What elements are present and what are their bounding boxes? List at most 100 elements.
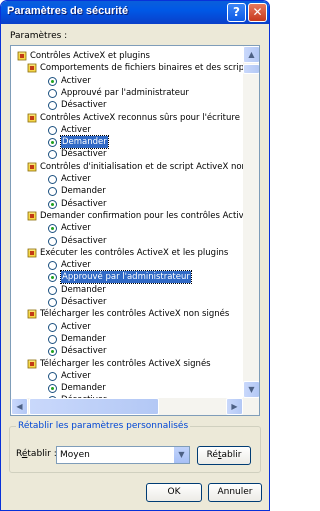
- scroll-up-icon[interactable]: ▲: [243, 46, 259, 63]
- lock-icon: [27, 162, 37, 172]
- radio-option[interactable]: Désactiver: [11, 235, 243, 247]
- lock-icon: [27, 211, 37, 221]
- tree-item-label: Activer: [61, 75, 91, 86]
- tree-item-label: Contrôles ActiveX et plugins: [30, 51, 150, 61]
- radio-option[interactable]: Activer: [11, 124, 243, 136]
- radio-option[interactable]: Activer: [11, 173, 243, 185]
- radio-unchecked-icon[interactable]: [48, 261, 57, 271]
- hscroll-thumb[interactable]: [29, 398, 159, 415]
- cancel-button[interactable]: Annuler: [208, 483, 262, 502]
- radio-option[interactable]: Demander: [11, 382, 243, 394]
- radio-unchecked-icon[interactable]: [48, 334, 57, 344]
- tree-item-label: Désactiver: [61, 297, 107, 307]
- radio-option[interactable]: Approuvé par l'administrateur: [11, 87, 243, 99]
- lock-icon: [27, 248, 37, 258]
- radio-checked-icon[interactable]: [48, 138, 57, 148]
- radio-option[interactable]: Désactiver: [11, 296, 243, 308]
- vertical-scrollbar[interactable]: ▲ ▼: [243, 46, 259, 415]
- tree-item-label: Activer: [61, 223, 91, 234]
- title-bar[interactable]: Paramètres de sécurité ? ✕: [1, 1, 269, 24]
- scroll-down-icon[interactable]: ▼: [243, 381, 259, 398]
- radio-checked-icon[interactable]: [48, 347, 57, 357]
- radio-unchecked-icon[interactable]: [48, 298, 57, 307]
- scroll-left-icon[interactable]: ◀: [11, 398, 28, 415]
- radio-unchecked-icon[interactable]: [48, 101, 57, 111]
- radio-unchecked-icon[interactable]: [48, 88, 57, 98]
- lock-icon: [17, 51, 27, 61]
- reset-group-legend: Rétablir les paramètres personnalisés: [16, 421, 191, 431]
- radio-unchecked-icon[interactable]: [48, 187, 57, 197]
- reset-level-value: Moyen: [60, 450, 90, 460]
- radio-unchecked-icon[interactable]: [48, 236, 57, 246]
- tree-setting: Exécuter les contrôles ActiveX et les pl…: [11, 247, 243, 259]
- radio-option[interactable]: Approuvé par l'administrateur: [11, 270, 243, 285]
- tree-item-label: Télécharger les contrôles ActiveX non si…: [40, 309, 230, 320]
- tree-item-label: Activer: [61, 174, 91, 184]
- radio-checked-icon[interactable]: [48, 273, 57, 283]
- reset-button[interactable]: Rétablir: [197, 446, 251, 465]
- tree-item-label: Activer: [61, 124, 91, 135]
- radio-option[interactable]: Désactiver: [11, 198, 243, 210]
- tree-setting: Demander confirmation pour les contrôles…: [11, 210, 243, 222]
- tree-item-label: Activer: [61, 370, 91, 381]
- radio-unchecked-icon[interactable]: [48, 150, 57, 160]
- radio-unchecked-icon[interactable]: [48, 125, 57, 135]
- horizontal-scrollbar[interactable]: ◀ ▶: [11, 398, 243, 415]
- tree-item-label: Approuvé par l'administrateur: [60, 270, 192, 285]
- lock-icon: [27, 359, 37, 369]
- radio-unchecked-icon[interactable]: [48, 175, 57, 184]
- radio-option[interactable]: Activer: [11, 222, 243, 234]
- radio-option[interactable]: Désactiver: [11, 99, 243, 111]
- tree-item-label: Désactiver: [61, 149, 107, 160]
- radio-checked-icon[interactable]: [48, 224, 57, 234]
- tree-item-label: Contrôles d'initialisation et de script …: [40, 161, 243, 172]
- tree-item-label: Télécharger les contrôles ActiveX signés: [40, 358, 211, 369]
- help-button[interactable]: ?: [227, 3, 246, 22]
- radio-option[interactable]: Demander: [11, 185, 243, 197]
- radio-option[interactable]: Activer: [11, 370, 243, 382]
- lock-icon: [27, 309, 37, 319]
- radio-option[interactable]: Activer: [11, 75, 243, 87]
- security-settings-dialog: Paramètres de sécurité ? ✕ Paramètres : …: [0, 0, 270, 511]
- tree-category: Contrôles ActiveX et plugins: [11, 50, 243, 62]
- tree-item-label: Demander: [61, 383, 106, 394]
- tree-item-label: Comportements de fichiers binaires et de…: [40, 63, 243, 74]
- tree-item-label: Demander: [60, 135, 109, 150]
- tree-item-label: Désactiver: [61, 235, 107, 246]
- tree-item-label: Demander confirmation pour les contrôles…: [40, 210, 243, 221]
- radio-option[interactable]: Désactiver: [11, 345, 243, 357]
- tree-item-label: Activer: [61, 260, 91, 271]
- radio-checked-icon[interactable]: [48, 199, 57, 209]
- radio-option[interactable]: Activer: [11, 259, 243, 271]
- settings-tree-list: Contrôles ActiveX et plugins Comportement…: [11, 46, 243, 415]
- radio-option[interactable]: Activer: [11, 321, 243, 333]
- settings-tree[interactable]: Contrôles ActiveX et plugins Comportement…: [10, 45, 260, 416]
- tree-item-label: Demander: [61, 333, 106, 344]
- tree-item-label: Demander: [61, 284, 106, 295]
- radio-unchecked-icon[interactable]: [48, 285, 57, 295]
- tree-item-label: Contrôles ActiveX reconnus sûrs pour l'é…: [40, 112, 243, 123]
- radio-option[interactable]: Demander: [11, 284, 243, 296]
- scrollbar-thumb[interactable]: [243, 64, 259, 74]
- radio-unchecked-icon[interactable]: [48, 371, 57, 381]
- scroll-right-icon[interactable]: ▶: [226, 398, 243, 415]
- tree-setting: Télécharger les contrôles ActiveX non si…: [11, 308, 243, 320]
- radio-option[interactable]: Demander: [11, 333, 243, 345]
- radio-option[interactable]: Désactiver: [11, 148, 243, 160]
- tree-setting: Contrôles d'initialisation et de script …: [11, 161, 243, 173]
- tree-item-label: Approuvé par l'administrateur: [61, 87, 189, 98]
- chevron-down-icon[interactable]: ▼: [173, 447, 189, 463]
- ok-button[interactable]: OK: [146, 483, 202, 502]
- tree-item-label: Activer: [61, 321, 91, 332]
- radio-checked-icon[interactable]: [48, 384, 57, 394]
- tree-setting: Comportements de fichiers binaires et de…: [11, 62, 243, 74]
- settings-label: Paramètres :: [10, 31, 68, 41]
- lock-icon: [27, 113, 37, 123]
- close-button[interactable]: ✕: [248, 3, 267, 22]
- reset-level-select[interactable]: Moyen ▼: [56, 446, 190, 464]
- radio-unchecked-icon[interactable]: [48, 322, 57, 332]
- tree-item-label: Exécuter les contrôles ActiveX et les pl…: [40, 247, 229, 258]
- radio-checked-icon[interactable]: [48, 76, 57, 86]
- radio-option[interactable]: Demander: [11, 135, 243, 150]
- tree-item-label: Demander: [61, 186, 106, 197]
